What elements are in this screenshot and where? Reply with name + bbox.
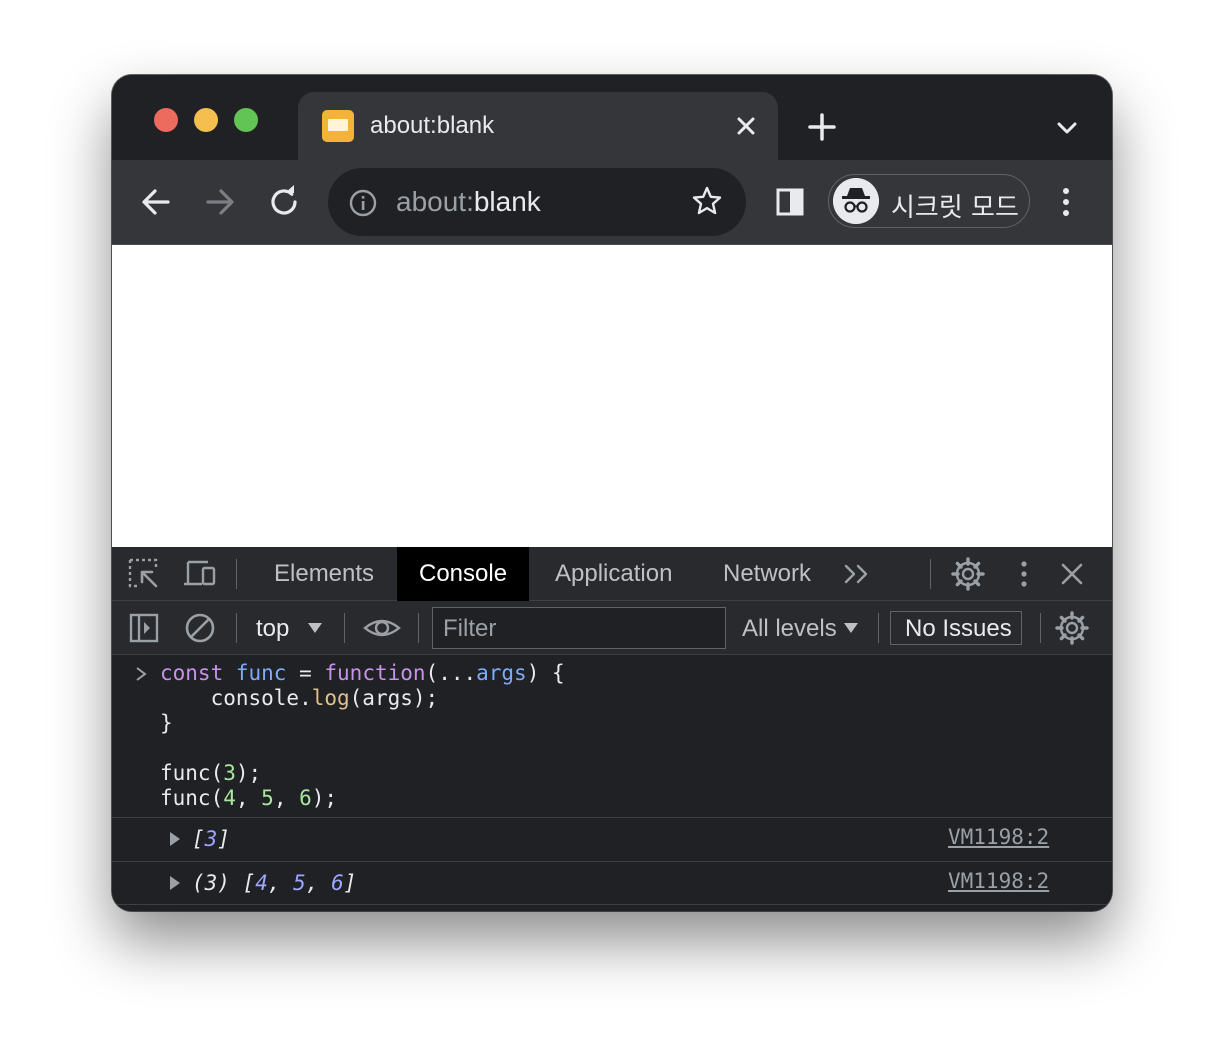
tab-strip: about:blank <box>112 75 1112 160</box>
forward-arrow-icon[interactable] <box>200 182 240 222</box>
browser-window: about:blank about:blank 시크릿 모드 Elements … <box>112 75 1112 911</box>
devtools-panel: Elements Console Application Network top… <box>112 547 1112 911</box>
url-text[interactable]: about:blank <box>396 186 541 218</box>
bracket: ] <box>217 827 230 851</box>
url-scheme: about: <box>396 186 474 217</box>
code-token: 3 <box>223 761 236 785</box>
log-output-value[interactable]: [3] <box>192 827 230 851</box>
side-panel-icon[interactable] <box>770 182 810 222</box>
console-output[interactable]: const func = function(...args) { console… <box>112 655 1112 911</box>
toolbar-separator <box>236 613 237 643</box>
live-expression-eye-icon[interactable] <box>362 610 402 646</box>
issues-label: No Issues <box>905 615 1012 642</box>
tab-network[interactable]: Network <box>701 547 833 601</box>
bookmark-star-icon[interactable] <box>690 184 724 218</box>
browser-tab[interactable]: about:blank <box>298 92 778 160</box>
bracket: [ <box>192 827 205 851</box>
array-item: 3 <box>204 827 218 851</box>
expand-triangle-icon[interactable] <box>170 832 180 846</box>
code-token: args <box>476 661 527 685</box>
source-link[interactable]: VM1198:2 <box>948 825 1049 849</box>
prompt-chevron-icon <box>136 667 147 681</box>
toolbar-separator <box>878 613 879 643</box>
incognito-icon <box>833 178 879 224</box>
issues-button[interactable]: No Issues <box>890 611 1022 645</box>
browser-toolbar: about:blank 시크릿 모드 <box>112 160 1112 245</box>
more-menu-icon[interactable] <box>1054 184 1078 220</box>
toolbar-separator <box>236 559 237 589</box>
url-host: blank <box>473 186 541 217</box>
toolbar-separator <box>418 613 419 643</box>
maximize-window-button[interactable] <box>234 108 258 132</box>
close-devtools-icon[interactable] <box>1054 556 1090 592</box>
expand-triangle-icon[interactable] <box>170 876 180 890</box>
code-token: func <box>235 661 287 685</box>
log-levels-dropdown[interactable]: All levels <box>742 615 837 643</box>
page-viewport[interactable] <box>112 245 1112 547</box>
array-prefix: (3) [ <box>192 871 256 895</box>
code-token: log <box>311 686 350 710</box>
devtools-tab-bar: Elements Console Application Network <box>112 547 1112 601</box>
tab-console[interactable]: Console <box>397 547 530 601</box>
new-tab-icon[interactable] <box>804 109 840 145</box>
show-sidebar-icon[interactable] <box>126 610 162 646</box>
filter-input[interactable]: Filter <box>432 607 726 649</box>
array-item: 6 <box>331 871 344 895</box>
minimize-window-button[interactable] <box>194 108 218 132</box>
toolbar-separator <box>930 559 931 589</box>
array-item: 4 <box>255 871 268 895</box>
settings-gear-icon[interactable] <box>950 556 986 592</box>
device-toolbar-icon[interactable] <box>182 556 218 592</box>
inspect-element-icon[interactable] <box>126 556 162 592</box>
array-item: 5 <box>293 871 306 895</box>
more-tabs-icon[interactable] <box>840 556 876 592</box>
code-token: 4 <box>223 786 236 810</box>
customize-menu-icon[interactable] <box>1006 556 1042 592</box>
close-window-button[interactable] <box>154 108 178 132</box>
context-selector[interactable]: top <box>256 615 289 643</box>
console-message: [3] VM1198:2 <box>112 817 1112 861</box>
tab-elements[interactable]: Elements <box>252 547 396 601</box>
bracket: ] <box>343 871 357 895</box>
page-favicon-icon <box>322 110 354 142</box>
console-toolbar: top Filter All levels No Issues <box>112 601 1112 655</box>
code-token: 6 <box>299 786 312 810</box>
log-output-value[interactable]: (3) [4, 5, 6] <box>192 871 356 895</box>
console-input-code[interactable]: const func = function(...args) { console… <box>160 661 565 811</box>
levels-dropdown-arrow-icon[interactable] <box>844 623 858 633</box>
filter-placeholder: Filter <box>443 615 497 642</box>
context-dropdown-arrow-icon[interactable] <box>308 623 322 633</box>
clear-console-icon[interactable] <box>182 610 218 646</box>
source-link[interactable]: VM1198:2 <box>948 869 1049 893</box>
tab-title: about:blank <box>370 112 495 139</box>
code-token: function <box>324 661 426 685</box>
address-bar[interactable]: about:blank <box>328 168 746 236</box>
back-arrow-icon[interactable] <box>136 182 176 222</box>
chevron-down-icon[interactable] <box>1052 113 1082 143</box>
toolbar-separator <box>1040 613 1041 643</box>
incognito-label: 시크릿 모드 <box>891 193 1019 223</box>
toolbar-separator <box>344 613 345 643</box>
close-tab-icon[interactable] <box>730 110 762 142</box>
console-message: (3) [4, 5, 6] VM1198:2 <box>112 861 1112 905</box>
code-token: 5 <box>261 786 274 810</box>
reload-icon[interactable] <box>264 182 304 222</box>
console-settings-gear-icon[interactable] <box>1054 610 1090 646</box>
code-token: const <box>160 661 224 685</box>
tab-application[interactable]: Application <box>533 547 694 601</box>
incognito-profile-button[interactable]: 시크릿 모드 <box>828 174 1030 228</box>
info-icon[interactable] <box>348 188 378 218</box>
